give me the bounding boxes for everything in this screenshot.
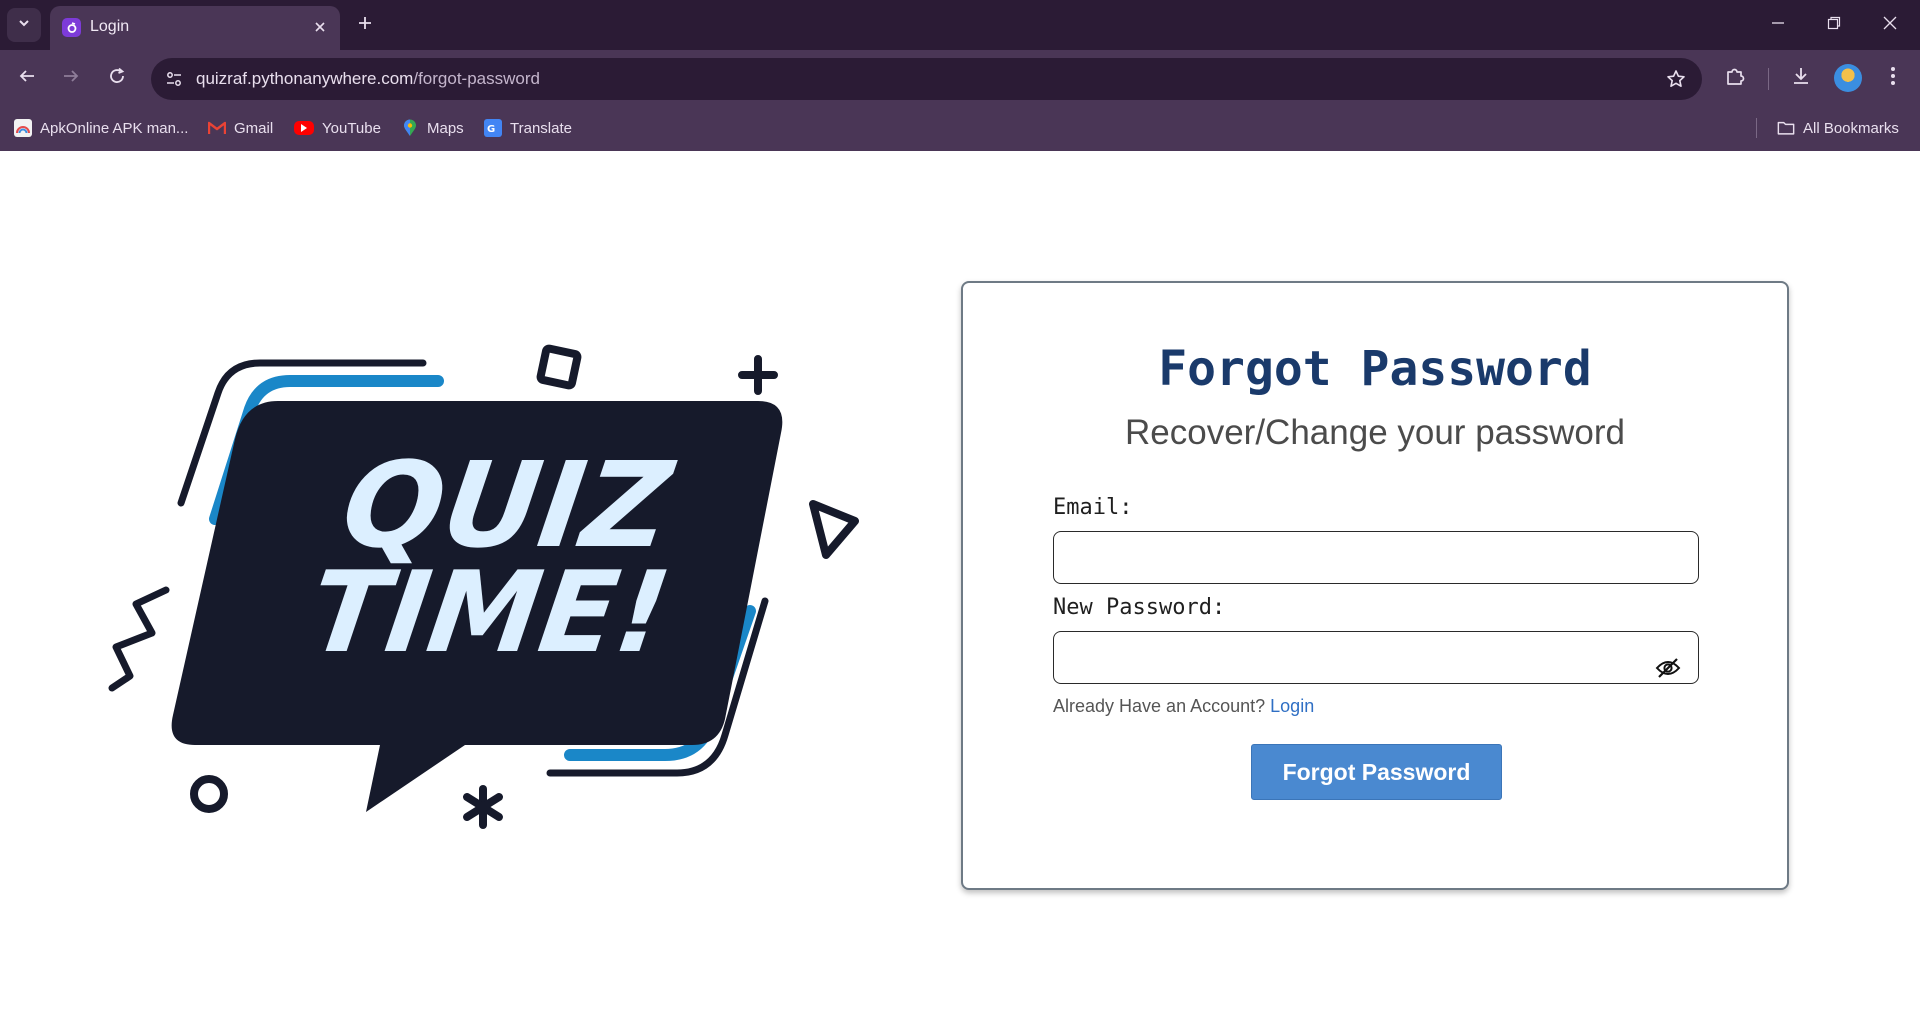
bookmarks-divider [1756, 118, 1757, 138]
kebab-menu-icon [1890, 66, 1896, 91]
new-tab-button[interactable] [352, 12, 378, 38]
plus-icon [357, 15, 373, 36]
svg-text:G: G [487, 124, 495, 135]
browser-toolbar: quizraf.pythonanywhere.com/forgot-passwo… [0, 50, 1920, 106]
all-bookmarks-label: All Bookmarks [1803, 119, 1899, 137]
asterisk-decoration [463, 785, 503, 829]
toolbar-divider [1768, 68, 1769, 90]
youtube-icon [294, 121, 314, 135]
page-content: QUIZ TIME! Forgot Password Recover/Chang… [0, 151, 1920, 1020]
apkonline-icon [14, 119, 32, 137]
bookmark-maps[interactable]: Maps [401, 116, 464, 140]
bookmark-youtube[interactable]: YouTube [294, 116, 381, 140]
gmail-icon [208, 119, 226, 137]
close-tab-icon[interactable] [310, 17, 330, 37]
address-bar[interactable]: quizraf.pythonanywhere.com/forgot-passwo… [151, 58, 1702, 100]
back-button[interactable] [11, 62, 43, 94]
eye-slash-icon[interactable] [1653, 653, 1683, 683]
site-info-icon[interactable] [161, 66, 187, 92]
account-prompt-text: Already Have an Account? [1053, 696, 1266, 716]
url-host: quizraf.pythonanywhere.com [196, 69, 414, 88]
chevron-down-icon [17, 16, 31, 35]
square-decoration [536, 344, 582, 390]
time-word: TIME! [302, 548, 677, 678]
new-password-field[interactable] [1053, 631, 1699, 684]
login-prompt: Already Have an Account? Login [1053, 696, 1314, 717]
bookmark-label: Maps [427, 119, 464, 137]
email-field[interactable] [1053, 531, 1699, 584]
plus-decoration [738, 355, 778, 395]
puzzle-icon [1724, 65, 1746, 92]
arrow-left-icon [18, 67, 36, 90]
forward-button[interactable] [55, 62, 87, 94]
reload-icon [108, 67, 126, 90]
zigzag-decoration [108, 586, 170, 692]
close-window-button[interactable] [1862, 0, 1918, 50]
forgot-password-button[interactable]: Forgot Password [1251, 744, 1502, 800]
quiz-favicon-icon [62, 18, 81, 37]
url-path: /forgot-password [413, 69, 540, 88]
bookmark-label: ApkOnline APK man... [40, 119, 189, 137]
tab-strip: Login [0, 0, 1920, 50]
page-title: Forgot Password [1158, 341, 1592, 397]
quiz-time-illustration: QUIZ TIME! [108, 344, 859, 829]
bookmarks-bar: ApkOnline APK man... Gmail YouTube Maps … [0, 106, 1920, 151]
close-icon [1883, 16, 1897, 35]
bookmark-star-icon[interactable] [1664, 67, 1688, 91]
minimize-icon [1771, 16, 1785, 35]
bookmark-label: Translate [510, 119, 572, 137]
triangle-decoration [809, 500, 859, 559]
circle-decoration [190, 775, 228, 813]
minimize-button[interactable] [1750, 0, 1806, 50]
translate-icon: G [484, 119, 502, 137]
map-pin-icon [401, 119, 419, 137]
page-subtitle: Recover/Change your password [1125, 413, 1625, 452]
profile-avatar[interactable] [1834, 64, 1862, 92]
bookmark-apkonline[interactable]: ApkOnline APK man... [14, 116, 188, 140]
bookmark-gmail[interactable]: Gmail [208, 116, 273, 140]
url-text: quizraf.pythonanywhere.com/forgot-passwo… [196, 69, 540, 89]
forgot-password-card: Forgot Password Recover/Change your pass… [961, 281, 1789, 890]
download-icon [1791, 66, 1811, 91]
extensions-button[interactable] [1719, 62, 1751, 94]
login-link[interactable]: Login [1270, 696, 1314, 716]
folder-icon [1777, 119, 1795, 137]
arrow-right-icon [62, 67, 80, 90]
all-bookmarks-button[interactable]: All Bookmarks [1777, 116, 1899, 140]
email-label: Email: [1053, 495, 1133, 520]
browser-menu-button[interactable] [1877, 62, 1909, 94]
bookmark-label: YouTube [322, 119, 381, 137]
downloads-button[interactable] [1785, 62, 1817, 94]
restore-button[interactable] [1806, 0, 1862, 50]
tab-title: Login [90, 18, 130, 35]
reload-button[interactable] [101, 62, 133, 94]
bookmark-translate[interactable]: G Translate [484, 116, 572, 140]
tab-login[interactable]: Login [50, 6, 340, 50]
tab-search-button[interactable] [7, 8, 41, 42]
new-password-label: New Password: [1053, 595, 1226, 620]
bookmark-label: Gmail [234, 119, 274, 137]
restore-icon [1827, 16, 1841, 35]
